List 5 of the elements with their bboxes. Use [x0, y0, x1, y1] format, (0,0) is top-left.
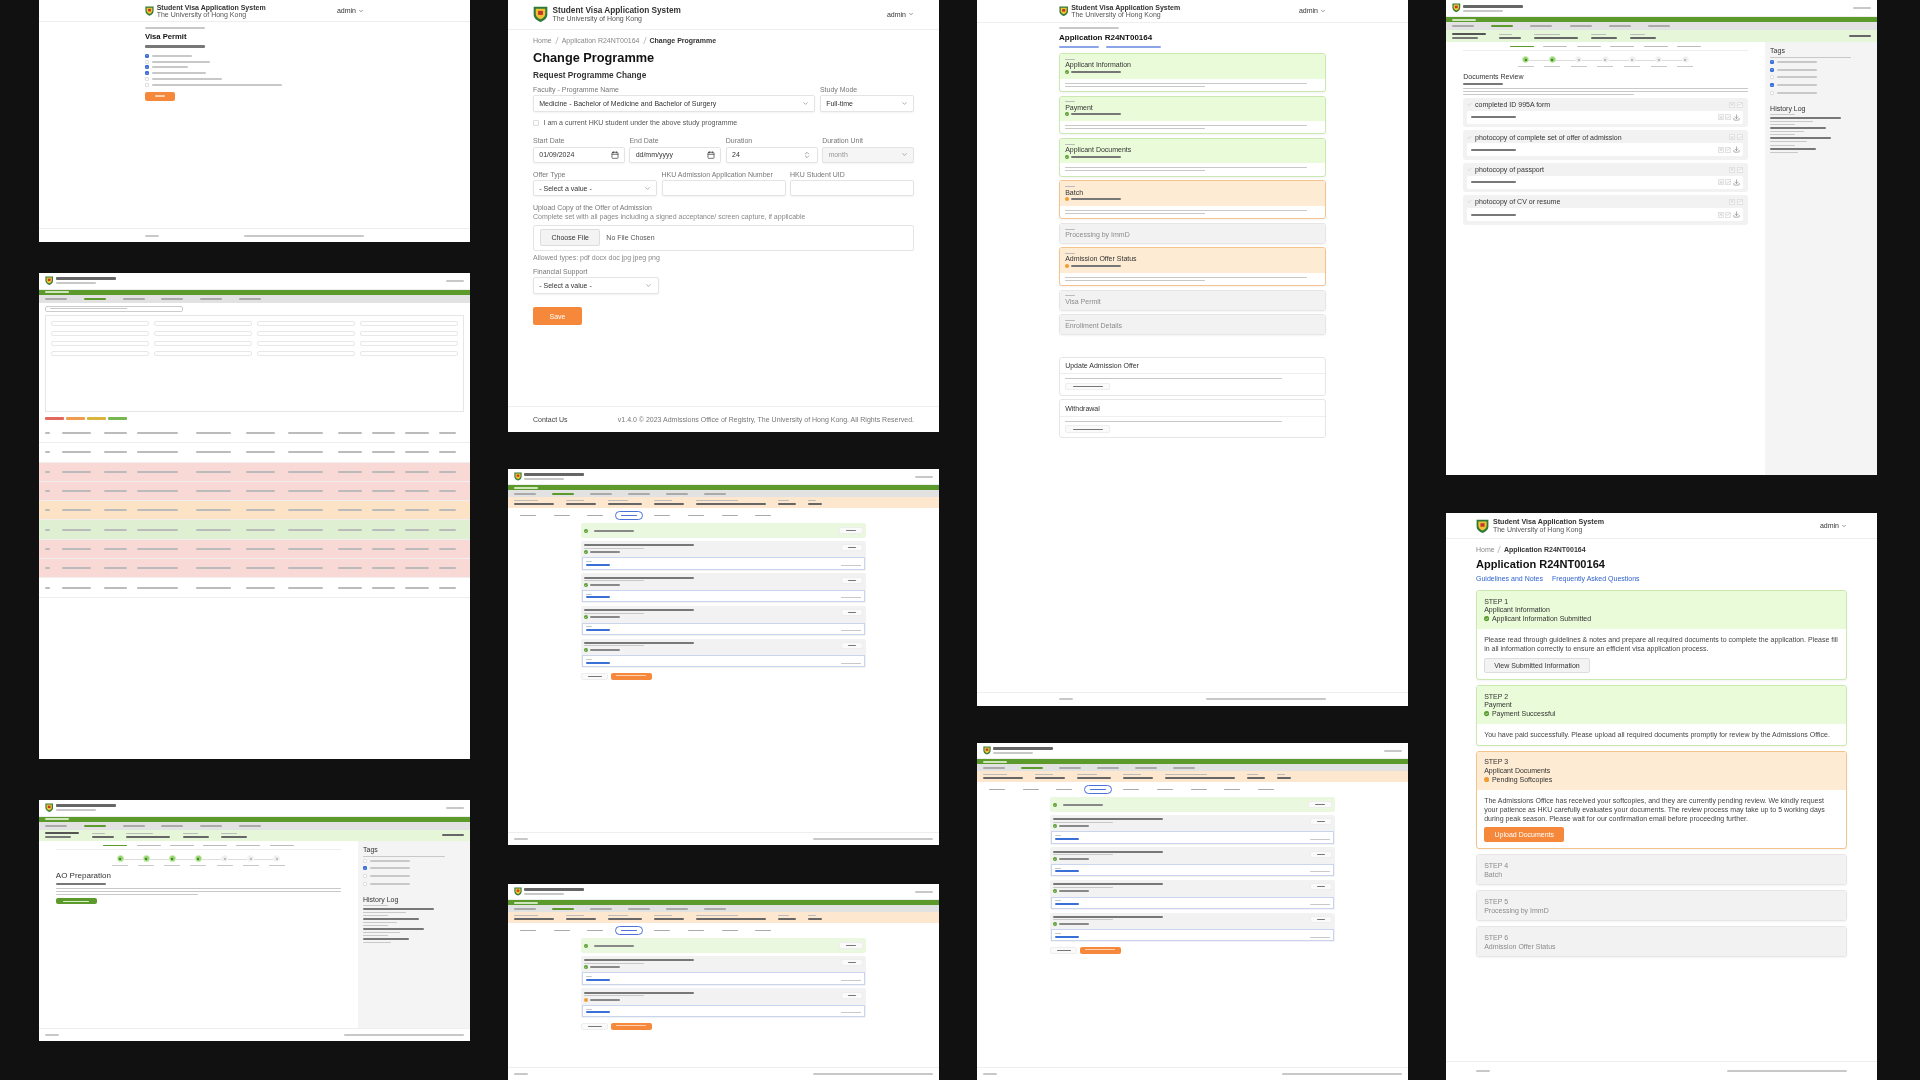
system-title: Student Visa Application System [552, 6, 681, 16]
page-title: Application R24NT00164 [1476, 558, 1606, 571]
page-title: Change Programme [533, 50, 656, 65]
section-title: AO Preparation [55, 871, 112, 881]
section-title: Request Programme Change [533, 71, 648, 80]
